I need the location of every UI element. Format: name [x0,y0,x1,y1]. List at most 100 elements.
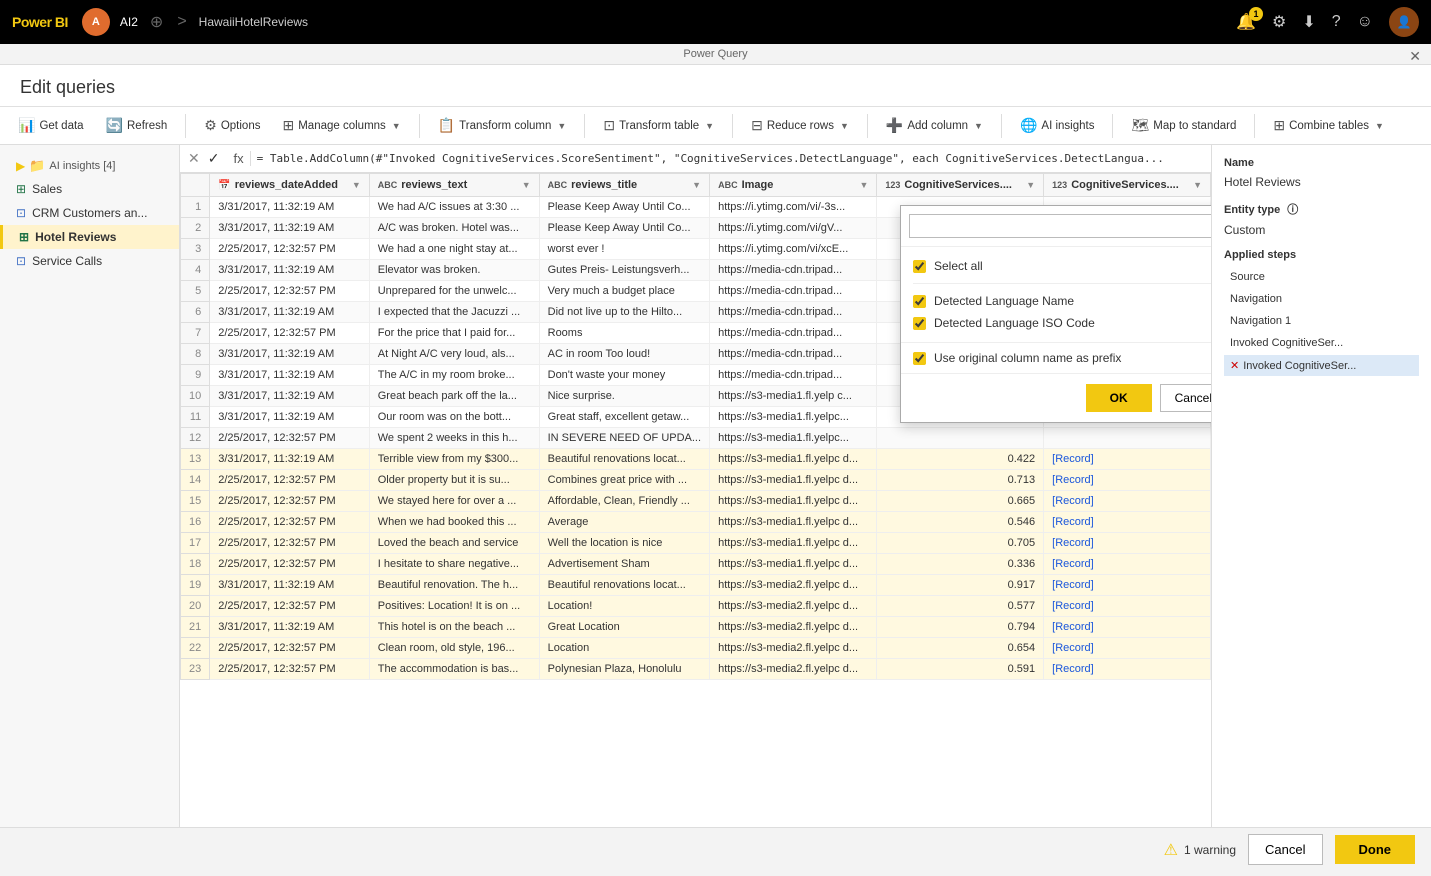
add-column-button[interactable]: ➕ Add column ▼ [878,113,991,138]
map-to-standard-button[interactable]: 🗺 Map to standard [1123,113,1244,138]
col-filter-date[interactable]: ▼ [352,180,361,190]
prefix-checkbox[interactable] [913,352,926,365]
col-filter-cog1[interactable]: ▼ [1026,180,1035,190]
col-header-image[interactable]: ABC Image ▼ [710,174,877,197]
cell-record[interactable]: [Record] [1044,512,1211,533]
applied-step[interactable]: Navigation 1 [1224,311,1419,331]
sidebar-item-service-calls[interactable]: ⊡ Service Calls [0,249,179,273]
table-row: 232/25/2017, 12:32:57 PMThe accommodatio… [181,659,1211,680]
refresh-button[interactable]: 🔄 Refresh [98,113,176,138]
popup-cancel-button[interactable]: Cancel [1160,384,1211,412]
record-link[interactable]: [Record] [1052,642,1094,654]
cell-date: 3/31/2017, 11:32:19 AM [210,365,369,386]
cell-record[interactable]: [Record] [1044,491,1211,512]
col-header-text[interactable]: ABC reviews_text ▼ [369,174,539,197]
col-header-date[interactable]: 📅 reviews_dateAdded ▼ [210,174,369,197]
cell-image: https://s3-media1.fl.yelpc... [710,428,877,449]
cell-image: https://s3-media1.fl.yelpc d... [710,533,877,554]
row-number: 12 [181,428,210,449]
done-button[interactable]: Done [1335,835,1416,864]
step-delete-icon[interactable]: ✕ [1230,359,1239,372]
cell-record[interactable]: [Record] [1044,449,1211,470]
profile-avatar[interactable]: 👤 [1389,7,1419,37]
pq-titlebar: Power Query ✕ [0,44,1431,65]
manage-columns-button[interactable]: ⊞ Manage columns ▼ [274,113,408,138]
sidebar-label-hotel: Hotel Reviews [35,230,116,244]
cell-title: Well the location is nice [539,533,709,554]
record-link[interactable]: [Record] [1052,663,1094,675]
cell-image: https://i.ytimg.com/vi/xcE... [710,239,877,260]
pq-close-button[interactable]: ✕ [1409,48,1421,65]
row-number: 15 [181,491,210,512]
applied-step[interactable]: ✕Invoked CognitiveSer... [1224,355,1419,376]
cell-image: https://media-cdn.tripad... [710,260,877,281]
col-filter-text[interactable]: ▼ [522,180,531,190]
reduce-rows-button[interactable]: ⊟ Reduce rows ▼ [743,113,857,138]
options-button[interactable]: ⚙ Options [196,113,268,138]
sidebar-item-hotel-reviews[interactable]: ⊞ Hotel Reviews [0,225,179,249]
combine-tables-arrow: ▼ [1375,121,1384,131]
popup-select-all[interactable]: Select all [913,255,1211,277]
applied-step[interactable]: Navigation [1224,289,1419,309]
entity-type-info-icon[interactable]: ⓘ [1287,204,1298,216]
applied-step[interactable]: Source [1224,267,1419,287]
popup-option-2[interactable]: Detected Language ISO Code [913,312,1211,334]
cell-record[interactable]: [Record] [1044,575,1211,596]
cell-record[interactable]: [Record] [1044,533,1211,554]
record-link[interactable]: [Record] [1052,558,1094,570]
settings-icon[interactable]: ⚙ [1272,12,1286,32]
cell-record[interactable]: [Record] [1044,638,1211,659]
record-link[interactable]: [Record] [1052,600,1094,612]
get-data-button[interactable]: 📊 Get data [10,113,92,138]
sidebar-item-crm[interactable]: ⊡ CRM Customers an... [0,201,179,225]
notification-button[interactable]: 🔔 1 [1236,12,1256,32]
ai-insights-button[interactable]: 🌐 AI insights [1012,113,1103,138]
sidebar-item-sales[interactable]: ⊞ Sales [0,177,179,201]
formula-cancel-icon[interactable]: ✕ [186,148,202,169]
cell-date: 2/25/2017, 12:32:57 PM [210,659,369,680]
col-icon-date: 📅 [218,180,230,191]
record-link[interactable]: [Record] [1052,474,1094,486]
combine-tables-button[interactable]: ⊞ Combine tables ▼ [1265,113,1392,138]
download-icon[interactable]: ⬇ [1302,12,1315,32]
row-number: 21 [181,617,210,638]
smiley-icon[interactable]: ☺ [1357,13,1373,31]
record-link[interactable]: [Record] [1052,495,1094,507]
help-icon[interactable]: ? [1332,13,1341,31]
transform-table-button[interactable]: ⊡ Transform table ▼ [595,113,722,138]
popup-search-input[interactable] [909,214,1211,238]
cell-record[interactable]: [Record] [1044,617,1211,638]
option2-checkbox[interactable] [913,317,926,330]
popup-ok-button[interactable]: OK [1086,384,1152,412]
option1-checkbox[interactable] [913,295,926,308]
user-avatar[interactable]: A [82,8,110,36]
col-filter-cog2[interactable]: ▼ [1193,180,1202,190]
cell-record[interactable]: [Record] [1044,659,1211,680]
applied-step[interactable]: Invoked CognitiveSer... [1224,333,1419,353]
col-header-title[interactable]: ABC reviews_title ▼ [539,174,709,197]
cell-title: Polynesian Plaza, Honolulu [539,659,709,680]
formula-accept-icon[interactable]: ✓ [206,148,222,169]
record-link[interactable]: [Record] [1052,579,1094,591]
record-link[interactable]: [Record] [1052,453,1094,465]
select-all-checkbox[interactable] [913,260,926,273]
col-filter-image[interactable]: ▼ [859,180,868,190]
record-link[interactable]: [Record] [1052,621,1094,633]
record-link[interactable]: [Record] [1052,516,1094,528]
cell-record[interactable]: [Record] [1044,596,1211,617]
sidebar-group-ai-insights[interactable]: ▶ 📁 AI insights [4] [0,153,179,177]
popup-option-1[interactable]: Detected Language Name [913,290,1211,312]
toolbar-sep-3 [584,114,585,138]
cell-record[interactable]: [Record] [1044,554,1211,575]
transform-column-button[interactable]: 📋 Transform column ▼ [430,113,575,138]
col-filter-title[interactable]: ▼ [692,180,701,190]
cell-score: 0.713 [877,470,1044,491]
col-header-cog1[interactable]: 123 CognitiveServices.... ▼ [877,174,1044,197]
bottom-cancel-button[interactable]: Cancel [1248,834,1322,865]
record-link[interactable]: [Record] [1052,537,1094,549]
cell-score: 0.654 [877,638,1044,659]
cell-image: https://s3-media2.fl.yelpc d... [710,617,877,638]
cell-record[interactable]: [Record] [1044,470,1211,491]
col-header-cog2[interactable]: 123 CognitiveServices.... ▼ [1044,174,1211,197]
formula-input[interactable]: = Table.AddColumn(#"Invoked CognitiveSer… [257,152,1205,165]
